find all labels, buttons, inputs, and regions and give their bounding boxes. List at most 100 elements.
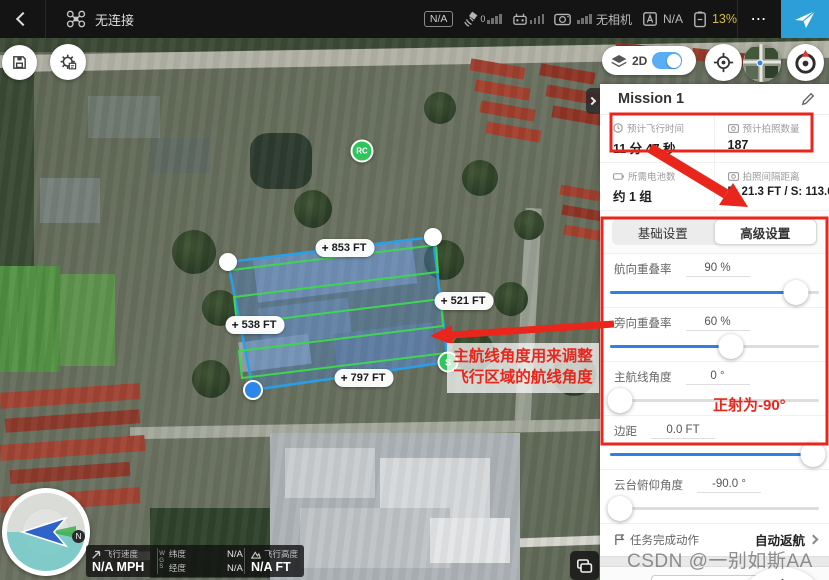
mission-settings-button[interactable]	[50, 44, 86, 80]
lat-value: N/A	[227, 549, 243, 560]
crosshair-icon	[713, 52, 734, 73]
mission-panel: Mission 1 预计飞行时间 11 分 47 秒 预计拍照数量 187 所需…	[600, 84, 829, 580]
stat-battery-count: 所需电池数 约 1 组	[600, 163, 715, 211]
finish-action-value: 自动返航	[755, 530, 805, 549]
minimap-button[interactable]	[743, 44, 781, 82]
satellite-count: 0	[480, 14, 485, 24]
aircraft-status-badge: N/A	[424, 11, 454, 27]
plus-icon: +	[341, 371, 348, 385]
north-badge: N	[72, 530, 85, 543]
route-angle-slider[interactable]	[610, 387, 819, 413]
stat-flight-time: 预计飞行时间 11 分 47 秒	[600, 115, 715, 163]
map-layers-button[interactable]	[570, 551, 599, 580]
photo-icon	[728, 124, 739, 133]
top-status-bar: 无连接 N/A 0 无相机 N/A	[0, 0, 829, 38]
telemetry-bar: 飞行速度 N/A MPH WGS 纬度N/A 经度N/A 飞行高度 N/A FT	[86, 545, 304, 577]
tab-advanced-settings[interactable]: 高级设置	[714, 219, 818, 245]
flight-mode-status: N/A	[642, 11, 683, 27]
polygon-vertex[interactable]	[424, 228, 442, 246]
panel-collapse-handle[interactable]	[586, 88, 600, 114]
section-divider	[600, 556, 829, 567]
lng-value: N/A	[227, 563, 243, 574]
gimbal-pitch-slider[interactable]	[610, 495, 819, 521]
panel-header: Mission 1	[600, 84, 829, 115]
margin-slider[interactable]	[610, 441, 819, 467]
stat-photo-interval: 拍照间隔距离 F: 21.3 FT / S: 113.6 FT	[715, 163, 829, 211]
finish-action-row[interactable]: 任务完成动作 自动返航	[600, 523, 829, 556]
slider-handle[interactable]	[719, 334, 744, 359]
rc-location-marker: RC	[351, 140, 374, 163]
clock-icon	[613, 123, 623, 133]
edge-distance-label: +538 FT	[226, 316, 285, 334]
telemetry-coords: WGS 纬度N/A 经度N/A	[158, 545, 244, 577]
speed-arrow-icon	[92, 550, 101, 559]
flight-mode-icon	[642, 11, 658, 27]
camera-status: 无相机	[554, 11, 632, 28]
side-overlap-slider[interactable]	[610, 333, 819, 359]
gimbal-pitch-value[interactable]: -90.0 °	[697, 478, 761, 493]
rc-signal-bars	[530, 14, 545, 24]
attitude-compass: N	[2, 488, 90, 576]
battery-percent: 13%	[712, 12, 737, 26]
remote-controller-icon	[512, 12, 528, 26]
start-point-marker[interactable]: S	[438, 352, 459, 373]
stacked-squares-icon	[577, 559, 593, 573]
altitude-value: N/A FT	[251, 560, 298, 574]
camera-icon	[554, 13, 571, 26]
plus-icon: +	[441, 294, 448, 308]
back-button[interactable]	[0, 0, 46, 38]
edge-distance-label: +797 FT	[335, 369, 394, 387]
toggle-knob	[667, 54, 681, 68]
locate-button[interactable]	[705, 44, 742, 81]
course-overlap-slider[interactable]	[610, 279, 819, 305]
connection-status: 无连接	[95, 10, 134, 29]
telemetry-altitude: 飞行高度 N/A FT	[245, 545, 304, 577]
drone-icon	[66, 10, 86, 28]
wgs-label: WGS	[159, 547, 165, 575]
plus-icon: +	[232, 318, 239, 332]
mission-title: Mission 1	[618, 91, 801, 107]
edit-pencil-icon[interactable]	[801, 92, 815, 106]
map-mode-label: 2D	[632, 54, 647, 68]
margin-value[interactable]: 0.0 FT	[651, 424, 715, 439]
polygon-vertex[interactable]	[219, 253, 237, 271]
map-2d-toggle[interactable]	[652, 52, 682, 69]
device-battery-icon	[693, 11, 707, 28]
course-overlap-value[interactable]: 90 %	[686, 262, 750, 277]
edge-distance-label: +521 FT	[435, 292, 494, 310]
slider-handle[interactable]	[608, 496, 633, 521]
plus-icon: +	[322, 241, 329, 255]
gps-signal-bars	[487, 14, 502, 24]
slider-handle[interactable]	[800, 442, 825, 467]
takeoff-button[interactable]	[781, 0, 829, 38]
route-angle-value[interactable]: 0 °	[686, 370, 750, 385]
more-menu-button[interactable]: ⋯	[737, 0, 781, 38]
flag-icon	[614, 534, 625, 546]
slider-row-gimbal-pitch: 云台俯仰角度-90.0 °	[600, 469, 829, 523]
polygon-vertex-selected[interactable]	[243, 380, 263, 400]
coords-section: 纬度 32.202764195 经度 118.716763493	[600, 567, 829, 580]
compass-reset-button[interactable]	[787, 44, 824, 81]
slider-row-course-overlap: 航向重叠率90 %	[600, 253, 829, 307]
mission-stats: 预计飞行时间 11 分 47 秒 预计拍照数量 187 所需电池数 约 1 组 …	[600, 115, 829, 211]
gps-status: 0	[463, 11, 502, 27]
slider-row-side-overlap: 旁向重叠率60 %	[600, 307, 829, 361]
rc-signal	[512, 12, 545, 26]
chevron-right-icon	[809, 535, 819, 545]
chevron-left-icon	[15, 12, 29, 26]
advanced-sliders: 航向重叠率90 % 旁向重叠率60 % 主航线角度0 ° 边距0.0 FT 云台…	[600, 253, 829, 523]
slider-handle[interactable]	[784, 280, 809, 305]
minimap-preview	[743, 44, 781, 82]
stat-photo-count: 预计拍照数量 187	[715, 115, 829, 163]
slider-handle[interactable]	[608, 388, 633, 413]
side-overlap-value[interactable]: 60 %	[686, 316, 750, 331]
airplane-icon	[793, 7, 817, 31]
tab-basic-settings[interactable]: 基础设置	[612, 219, 714, 245]
battery-icon	[613, 172, 624, 181]
layers-icon	[611, 54, 627, 68]
save-mission-button[interactable]	[2, 45, 37, 80]
altitude-icon	[251, 550, 261, 559]
slider-row-margin: 边距0.0 FT	[600, 415, 829, 469]
compass-icon	[792, 49, 819, 76]
camera-icon	[728, 172, 739, 181]
